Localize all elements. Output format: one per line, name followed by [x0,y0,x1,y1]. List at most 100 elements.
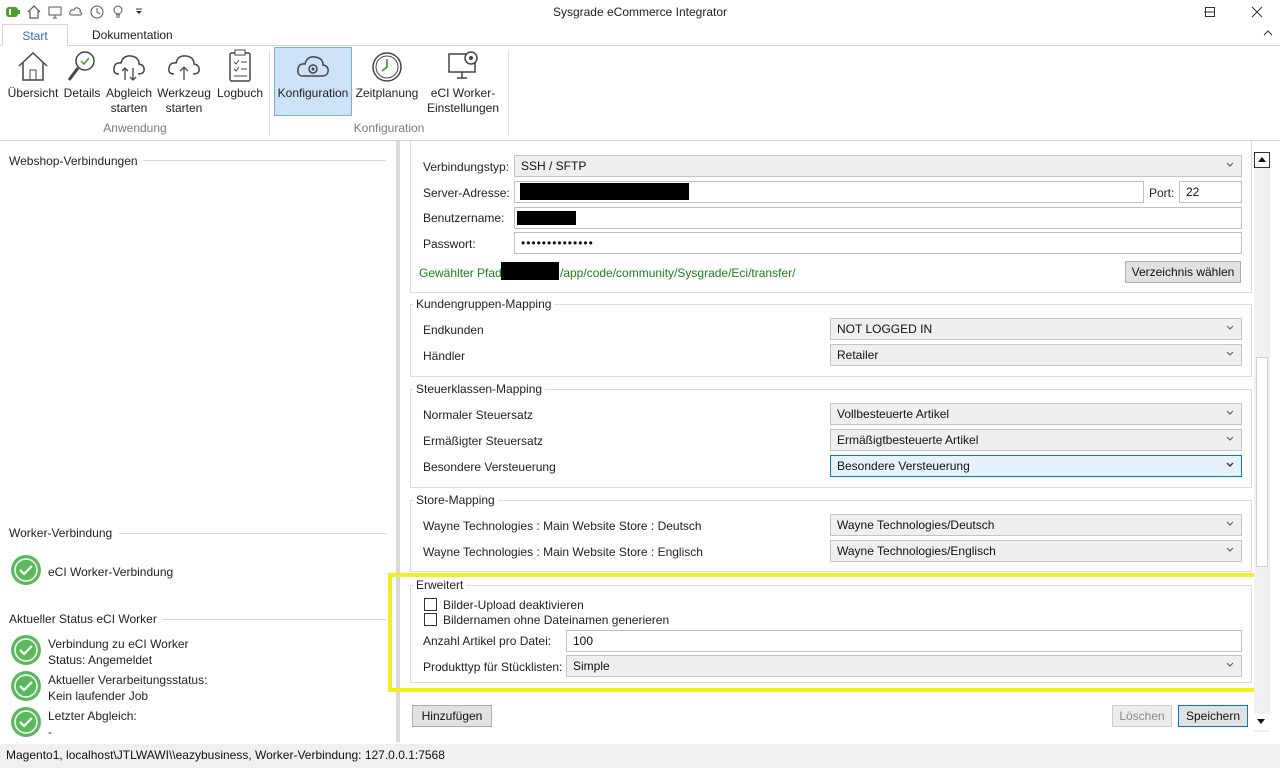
chevron-down-icon [1226,410,1234,415]
chevron-down-icon [1226,521,1234,526]
customer-endkunden-select[interactable]: NOT LOGGED IN [830,318,1242,340]
stopwatch-icon [372,52,402,82]
tab-start[interactable]: Start [2,24,68,46]
werkzeug-label-1: Werkzeug [157,86,211,100]
chevron-down-icon [1226,436,1234,441]
sync-cloud-icon[interactable] [67,3,85,21]
chevron-down-icon [1226,162,1234,167]
konfiguration-label: Konfiguration [277,86,349,100]
status-line: Verbindung zu eCI Worker [48,637,189,651]
close-button[interactable] [1234,0,1280,24]
customer-haendler-select[interactable]: Retailer [830,344,1242,366]
arrow-up-icon [1258,157,1266,162]
selected-path-value: /app/code/community/Sysgrade/Eci/transfe… [560,266,796,280]
clock-icon[interactable] [88,3,106,21]
monitor-icon[interactable] [46,3,64,21]
logbuch-button[interactable]: Logbuch [213,48,267,116]
eci-worker-einstellungen-button[interactable]: eCI Worker- Einstellungen [424,48,502,116]
worker-connection-title: Worker-Verbindung [9,526,113,540]
delete-button[interactable]: Löschen [1112,705,1172,727]
monitor-gear-icon [448,51,478,79]
lightbulb-icon[interactable] [109,3,127,21]
collapse-ribbon-button[interactable] [1262,27,1276,41]
customer-mapping-group [410,304,1252,377]
redacted-block [501,262,559,280]
title-bar: Sysgrade eCommerce Integrator [0,0,1280,24]
mapping-label: Normaler Steuersatz [423,408,534,422]
articles-per-file-label: Anzahl Artikel pro Datei: [423,634,552,648]
select-value: Wayne Technologies/Deutsch [837,518,995,532]
articles-per-file-input[interactable]: 100 [566,630,1242,652]
scroll-up-button[interactable] [1254,152,1270,168]
uebersicht-label: Übersicht [7,86,59,100]
connection-type-label: Verbindungstyp: [423,160,510,174]
product-type-label: Produkttyp für Stücklisten: [423,660,563,674]
abgleich-label-1: Abgleich [105,86,153,100]
image-upload-disable-checkbox[interactable] [424,598,437,611]
server-address-label: Server-Adresse: [423,186,510,200]
image-names-checkbox[interactable] [424,613,437,626]
panel-splitter[interactable] [396,141,400,742]
werkzeug-label-2: starten [165,101,203,115]
group-separator [508,50,509,136]
tax-reduced-select[interactable]: Ermäßigtbesteuerte Artikel [830,429,1242,451]
mapping-label: Wayne Technologies : Main Website Store … [423,545,703,559]
abgleich-starten-button[interactable]: Abgleich starten [103,48,155,116]
mapping-label: Besondere Versteuerung [423,460,556,474]
status-item: Verbindung zu eCI Worker Status: Angemel… [48,636,189,668]
tax-special-select[interactable]: Besondere Versteuerung [830,455,1242,477]
status-line: Aktueller Verarbeitungsstatus: [48,673,208,687]
mapping-label: Händler [423,349,466,363]
quick-access-toolbar [4,2,148,22]
add-button[interactable]: Hinzufügen [412,705,492,727]
status-line: Status: Angemeldet [48,653,153,667]
store-deutsch-select[interactable]: Wayne Technologies/Deutsch [830,514,1242,536]
check-circle-icon [11,635,41,665]
tax-mapping-title: Steuerklassen-Mapping [413,382,546,396]
tax-normal-select[interactable]: Vollbesteuerte Artikel [830,403,1242,425]
worker-connection-item[interactable]: eCI Worker-Verbindung [48,564,173,580]
chevron-down-icon [1226,351,1234,356]
status-item: Letzter Abgleich: - [48,708,137,740]
status-line: Letzter Abgleich: [48,709,137,723]
store-englisch-select[interactable]: Wayne Technologies/Englisch [830,540,1242,562]
home-icon[interactable] [25,3,43,21]
divider [162,619,386,620]
username-label: Benutzername: [423,211,505,225]
webshop-connections-title: Webshop-Verbindungen [9,154,138,168]
product-type-select[interactable]: Simple [566,655,1242,677]
ribbon: Übersicht Details Abgleich starten Werkz… [0,45,1280,141]
check-circle-icon [11,555,41,585]
konfiguration-button[interactable]: Konfiguration [274,47,352,116]
password-label: Passwort: [423,237,476,251]
connection-type-select[interactable]: SSH / SFTP [514,155,1242,177]
redacted-block [520,183,689,200]
maximize-button[interactable] [1187,0,1233,24]
choose-directory-button[interactable]: Verzeichnis wählen [1125,261,1241,283]
select-value: Besondere Versteuerung [837,459,970,473]
select-value: Retailer [837,348,879,362]
cloud-sync-icon [113,55,145,81]
tab-dokumentation[interactable]: Dokumentation [78,24,188,46]
status-item: Aktueller Verarbeitungsstatus: Kein lauf… [48,672,207,704]
battery-icon[interactable] [4,3,22,21]
save-button[interactable]: Speichern [1178,705,1248,727]
check-circle-icon [11,707,41,737]
mapping-label: Wayne Technologies : Main Website Store … [423,519,702,533]
scrollbar-thumb[interactable] [1256,357,1268,567]
mapping-label: Ermäßigter Steuersatz [423,434,544,448]
username-input[interactable] [514,207,1242,229]
select-value: NOT LOGGED IN [837,322,933,336]
port-label: Port: [1149,186,1175,200]
scroll-down-button[interactable] [1254,714,1270,730]
werkzeug-starten-button[interactable]: Werkzeug starten [156,48,212,116]
password-input[interactable]: •••••••••••••• [514,232,1242,254]
chevron-down-icon [1226,462,1234,467]
uebersicht-button[interactable]: Übersicht [4,48,62,116]
zeitplanung-button[interactable]: Zeitplanung [353,48,421,116]
port-input[interactable]: 22 [1179,181,1242,203]
qat-dropdown-icon[interactable] [130,3,148,21]
worker-label-1: eCI Worker- [430,86,496,100]
details-button[interactable]: Details [62,48,102,116]
chevron-down-icon [1226,325,1234,330]
